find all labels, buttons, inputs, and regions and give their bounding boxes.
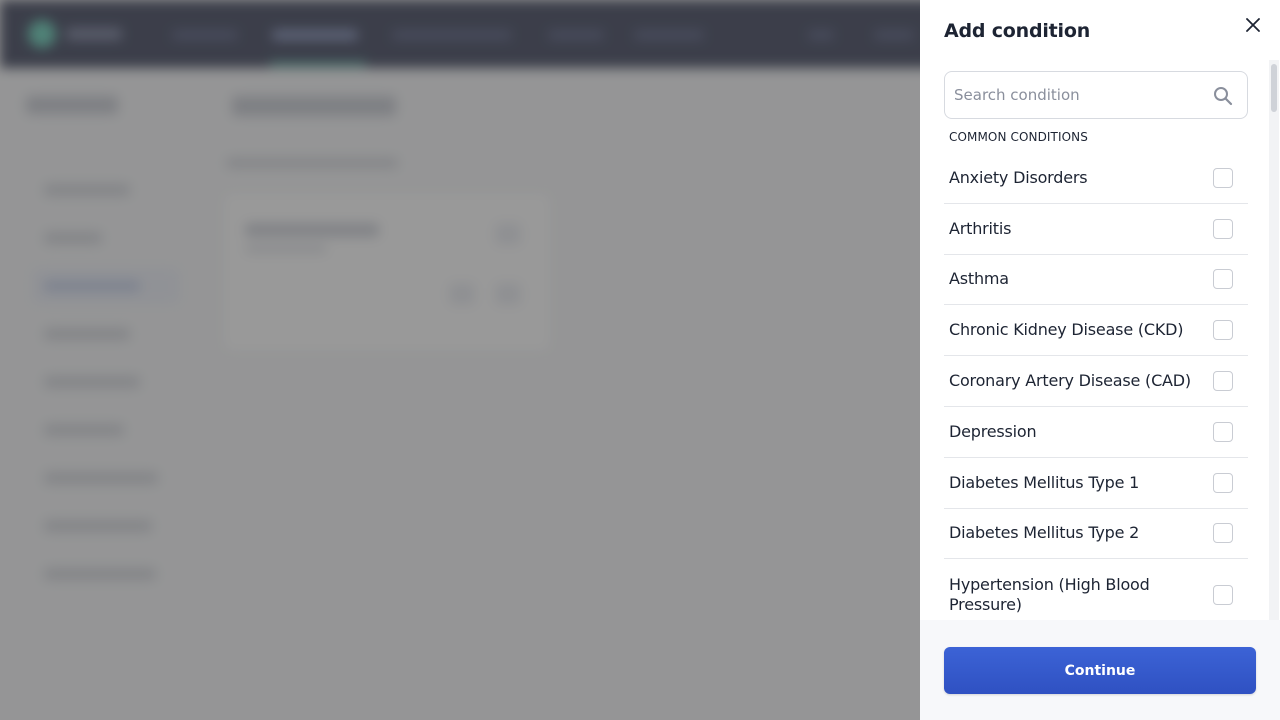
- condition-label: Chronic Kidney Disease (CKD): [949, 320, 1184, 340]
- condition-label: Asthma: [949, 269, 1009, 289]
- list-item[interactable]: Asthma: [944, 255, 1248, 306]
- scrollbar-thumb[interactable]: [1271, 64, 1277, 112]
- condition-label: Arthritis: [949, 218, 1012, 238]
- condition-label: Anxiety Disorders: [949, 167, 1088, 187]
- condition-label: Diabetes Mellitus Type 2: [949, 523, 1140, 543]
- section-label: COMMON CONDITIONS: [949, 130, 1088, 144]
- modal-backdrop[interactable]: [0, 0, 920, 720]
- condition-label: Hypertension (High Blood Pressure): [949, 575, 1150, 615]
- list-item[interactable]: Arthritis: [944, 204, 1248, 255]
- close-icon: [1246, 18, 1260, 32]
- condition-checkbox[interactable]: [1213, 320, 1233, 341]
- list-item[interactable]: Depression: [944, 407, 1248, 458]
- condition-label: Diabetes Mellitus Type 1: [949, 472, 1140, 492]
- drawer-footer: Continue: [920, 620, 1280, 720]
- condition-checkbox[interactable]: [1213, 269, 1233, 290]
- list-item[interactable]: Diabetes Mellitus Type 2: [944, 509, 1248, 560]
- search-icon[interactable]: [1213, 86, 1233, 106]
- condition-list: Anxiety Disorders Arthritis Asthma Chron…: [944, 153, 1248, 631]
- search-field: [944, 71, 1248, 119]
- condition-checkbox[interactable]: [1213, 371, 1233, 392]
- condition-label: Coronary Artery Disease (CAD): [949, 371, 1191, 391]
- add-condition-drawer: Add condition COMMON CONDITIONS Anxiety …: [920, 0, 1280, 720]
- condition-checkbox[interactable]: [1213, 167, 1233, 188]
- drawer-title: Add condition: [944, 20, 1091, 42]
- condition-checkbox[interactable]: [1213, 585, 1233, 606]
- list-item[interactable]: Coronary Artery Disease (CAD): [944, 356, 1248, 407]
- scrollbar[interactable]: [1269, 60, 1279, 620]
- condition-checkbox[interactable]: [1213, 421, 1233, 442]
- condition-checkbox[interactable]: [1213, 523, 1233, 544]
- list-item[interactable]: Anxiety Disorders: [944, 153, 1248, 204]
- condition-checkbox[interactable]: [1213, 218, 1233, 239]
- condition-checkbox[interactable]: [1213, 472, 1233, 493]
- close-button[interactable]: [1238, 12, 1268, 38]
- search-input[interactable]: [946, 73, 1196, 117]
- condition-label: Depression: [949, 421, 1037, 441]
- continue-button[interactable]: Continue: [944, 647, 1256, 694]
- list-item[interactable]: Chronic Kidney Disease (CKD): [944, 305, 1248, 357]
- list-item[interactable]: Diabetes Mellitus Type 1: [944, 458, 1248, 509]
